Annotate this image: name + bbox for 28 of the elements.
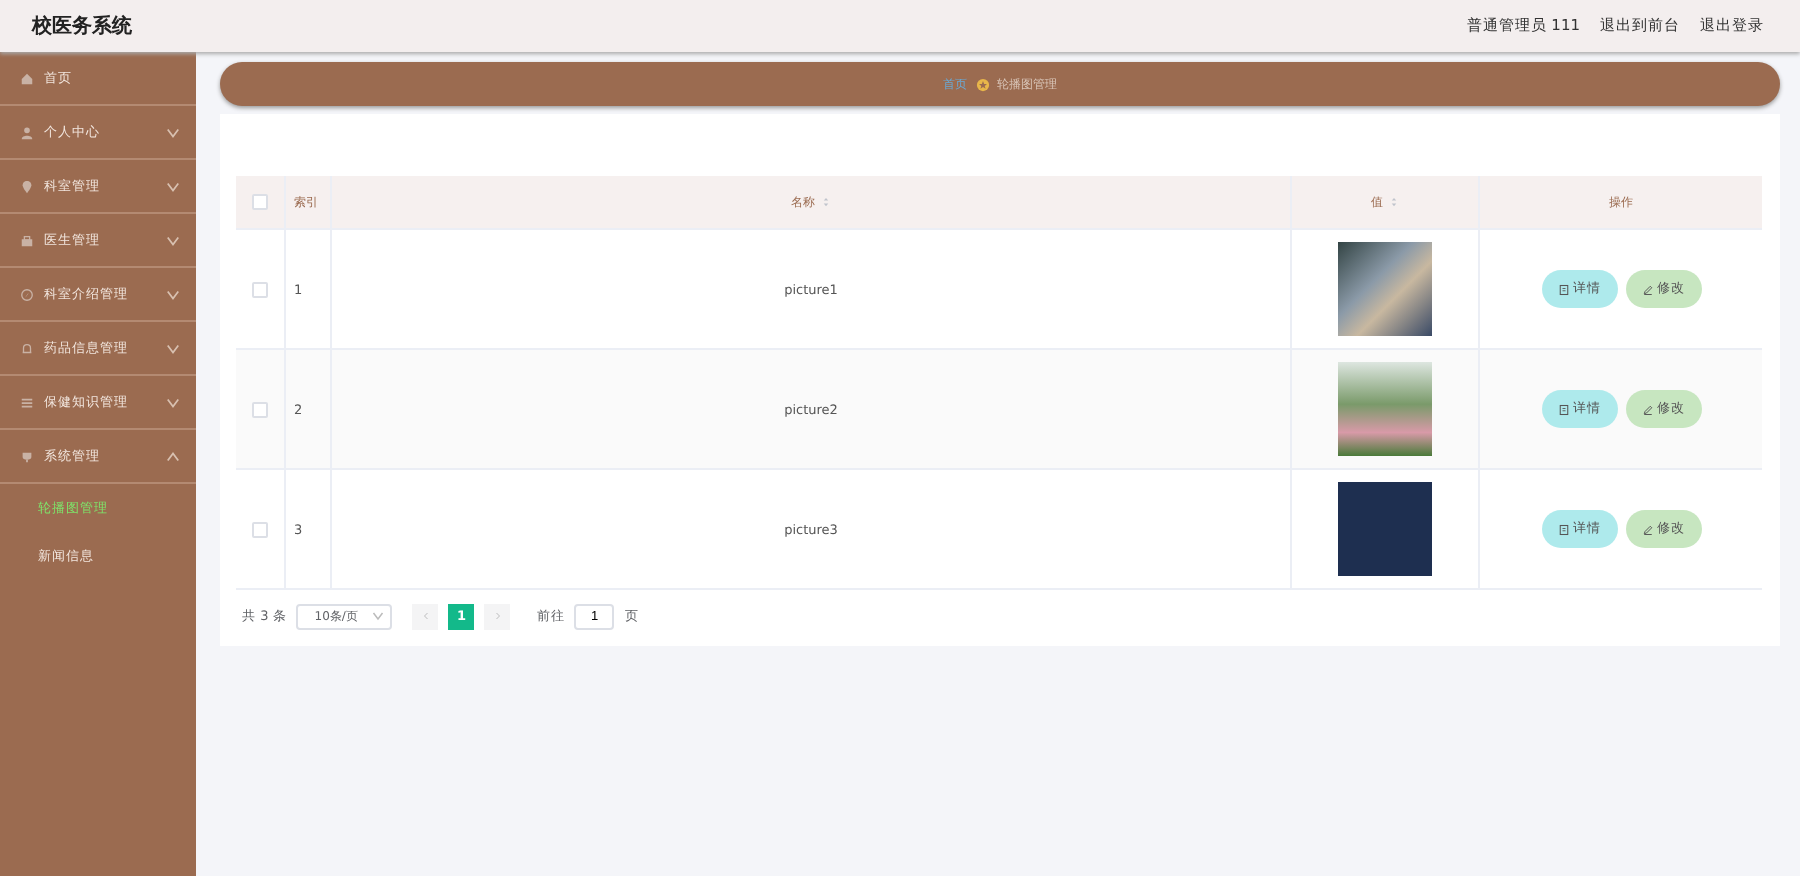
compass-icon — [20, 287, 34, 301]
photo-placeholder — [1338, 362, 1432, 456]
bell-icon — [20, 341, 34, 355]
pen-icon — [1641, 523, 1653, 535]
checkbox[interactable] — [252, 281, 268, 297]
pin-icon — [20, 179, 34, 193]
briefcase-icon — [20, 233, 34, 247]
chevron-icon — [372, 610, 385, 622]
photo-placeholder — [1338, 482, 1432, 576]
star-icon — [975, 77, 989, 91]
previous-page-button[interactable] — [412, 603, 439, 629]
document-icon — [1557, 403, 1569, 415]
checkbox[interactable] — [252, 194, 268, 210]
checkbox[interactable] — [252, 521, 268, 537]
next-page-button[interactable] — [484, 603, 511, 629]
app-title: 校医务系统 — [32, 13, 132, 40]
photo-placeholder — [1338, 242, 1432, 336]
person-icon — [20, 125, 34, 139]
pen-icon — [1641, 403, 1653, 415]
list-icon — [20, 395, 34, 409]
cup-icon — [20, 449, 34, 463]
pen-icon — [1641, 283, 1653, 295]
house-icon — [20, 71, 34, 85]
document-icon — [1557, 523, 1569, 535]
chevron-left-icon — [419, 610, 432, 622]
chevron-right-icon — [491, 610, 504, 622]
document-icon — [1557, 283, 1569, 295]
checkbox[interactable] — [252, 401, 268, 417]
